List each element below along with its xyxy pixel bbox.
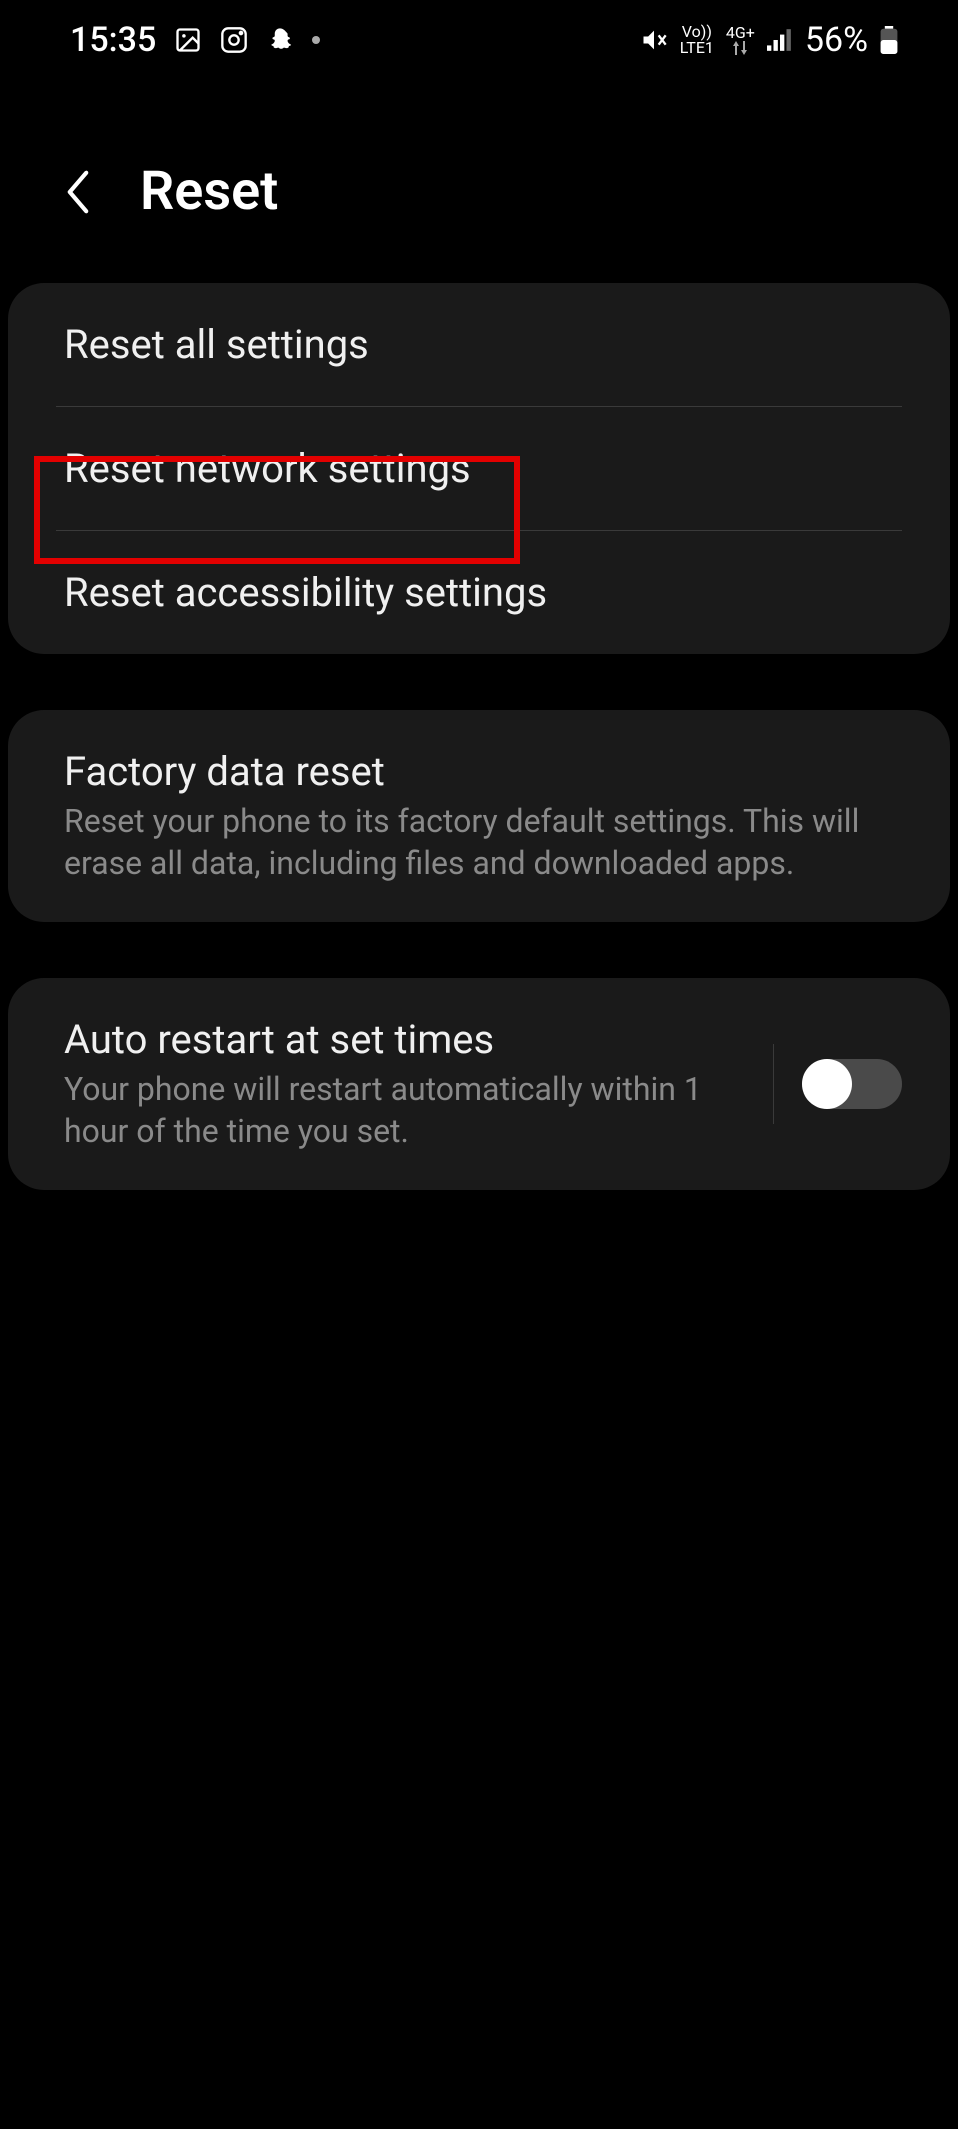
factory-data-reset-label: Factory data reset [64, 748, 894, 795]
reset-network-settings-item[interactable]: Reset network settings [8, 407, 950, 530]
reset-network-settings-label: Reset network settings [64, 445, 894, 492]
auto-restart-label: Auto restart at set times [64, 1016, 725, 1063]
volte-indicator: Vo)) LTE1 [680, 24, 714, 56]
more-notifications-dot [312, 36, 320, 44]
status-right: Vo)) LTE1 4G+ 56% [640, 20, 898, 60]
auto-restart-group: Auto restart at set times Your phone wil… [8, 978, 950, 1190]
vertical-divider [773, 1044, 774, 1124]
auto-restart-item[interactable]: Auto restart at set times Your phone wil… [8, 978, 950, 1190]
status-time: 15:35 [70, 20, 156, 60]
mute-icon [640, 26, 668, 54]
reset-accessibility-settings-item[interactable]: Reset accessibility settings [8, 531, 950, 654]
snapchat-icon [266, 26, 294, 54]
factory-reset-group: Factory data reset Reset your phone to i… [8, 710, 950, 922]
auto-restart-toggle[interactable] [802, 1059, 902, 1109]
auto-restart-text: Auto restart at set times Your phone wil… [64, 1016, 745, 1152]
signal-icon [767, 29, 793, 51]
auto-restart-description: Your phone will restart automatically wi… [64, 1069, 725, 1152]
gallery-icon [174, 26, 202, 54]
toggle-knob [802, 1059, 852, 1109]
page-title: Reset [140, 160, 278, 223]
battery-icon [880, 26, 898, 54]
status-left: 15:35 [70, 20, 320, 60]
reset-accessibility-settings-label: Reset accessibility settings [64, 569, 894, 616]
instagram-icon [220, 26, 248, 54]
factory-data-reset-description: Reset your phone to its factory default … [64, 801, 894, 884]
status-bar: 15:35 Vo)) LTE1 4G+ 56% [0, 0, 958, 80]
back-button[interactable] [60, 170, 100, 214]
battery-percentage: 56% [805, 20, 868, 60]
network-type-indicator: 4G+ [726, 25, 755, 55]
page-header: Reset [0, 80, 958, 283]
factory-data-reset-item[interactable]: Factory data reset Reset your phone to i… [8, 710, 950, 922]
reset-all-settings-item[interactable]: Reset all settings [8, 283, 950, 406]
reset-all-settings-label: Reset all settings [64, 321, 894, 368]
reset-options-group: Reset all settings Reset network setting… [8, 283, 950, 654]
